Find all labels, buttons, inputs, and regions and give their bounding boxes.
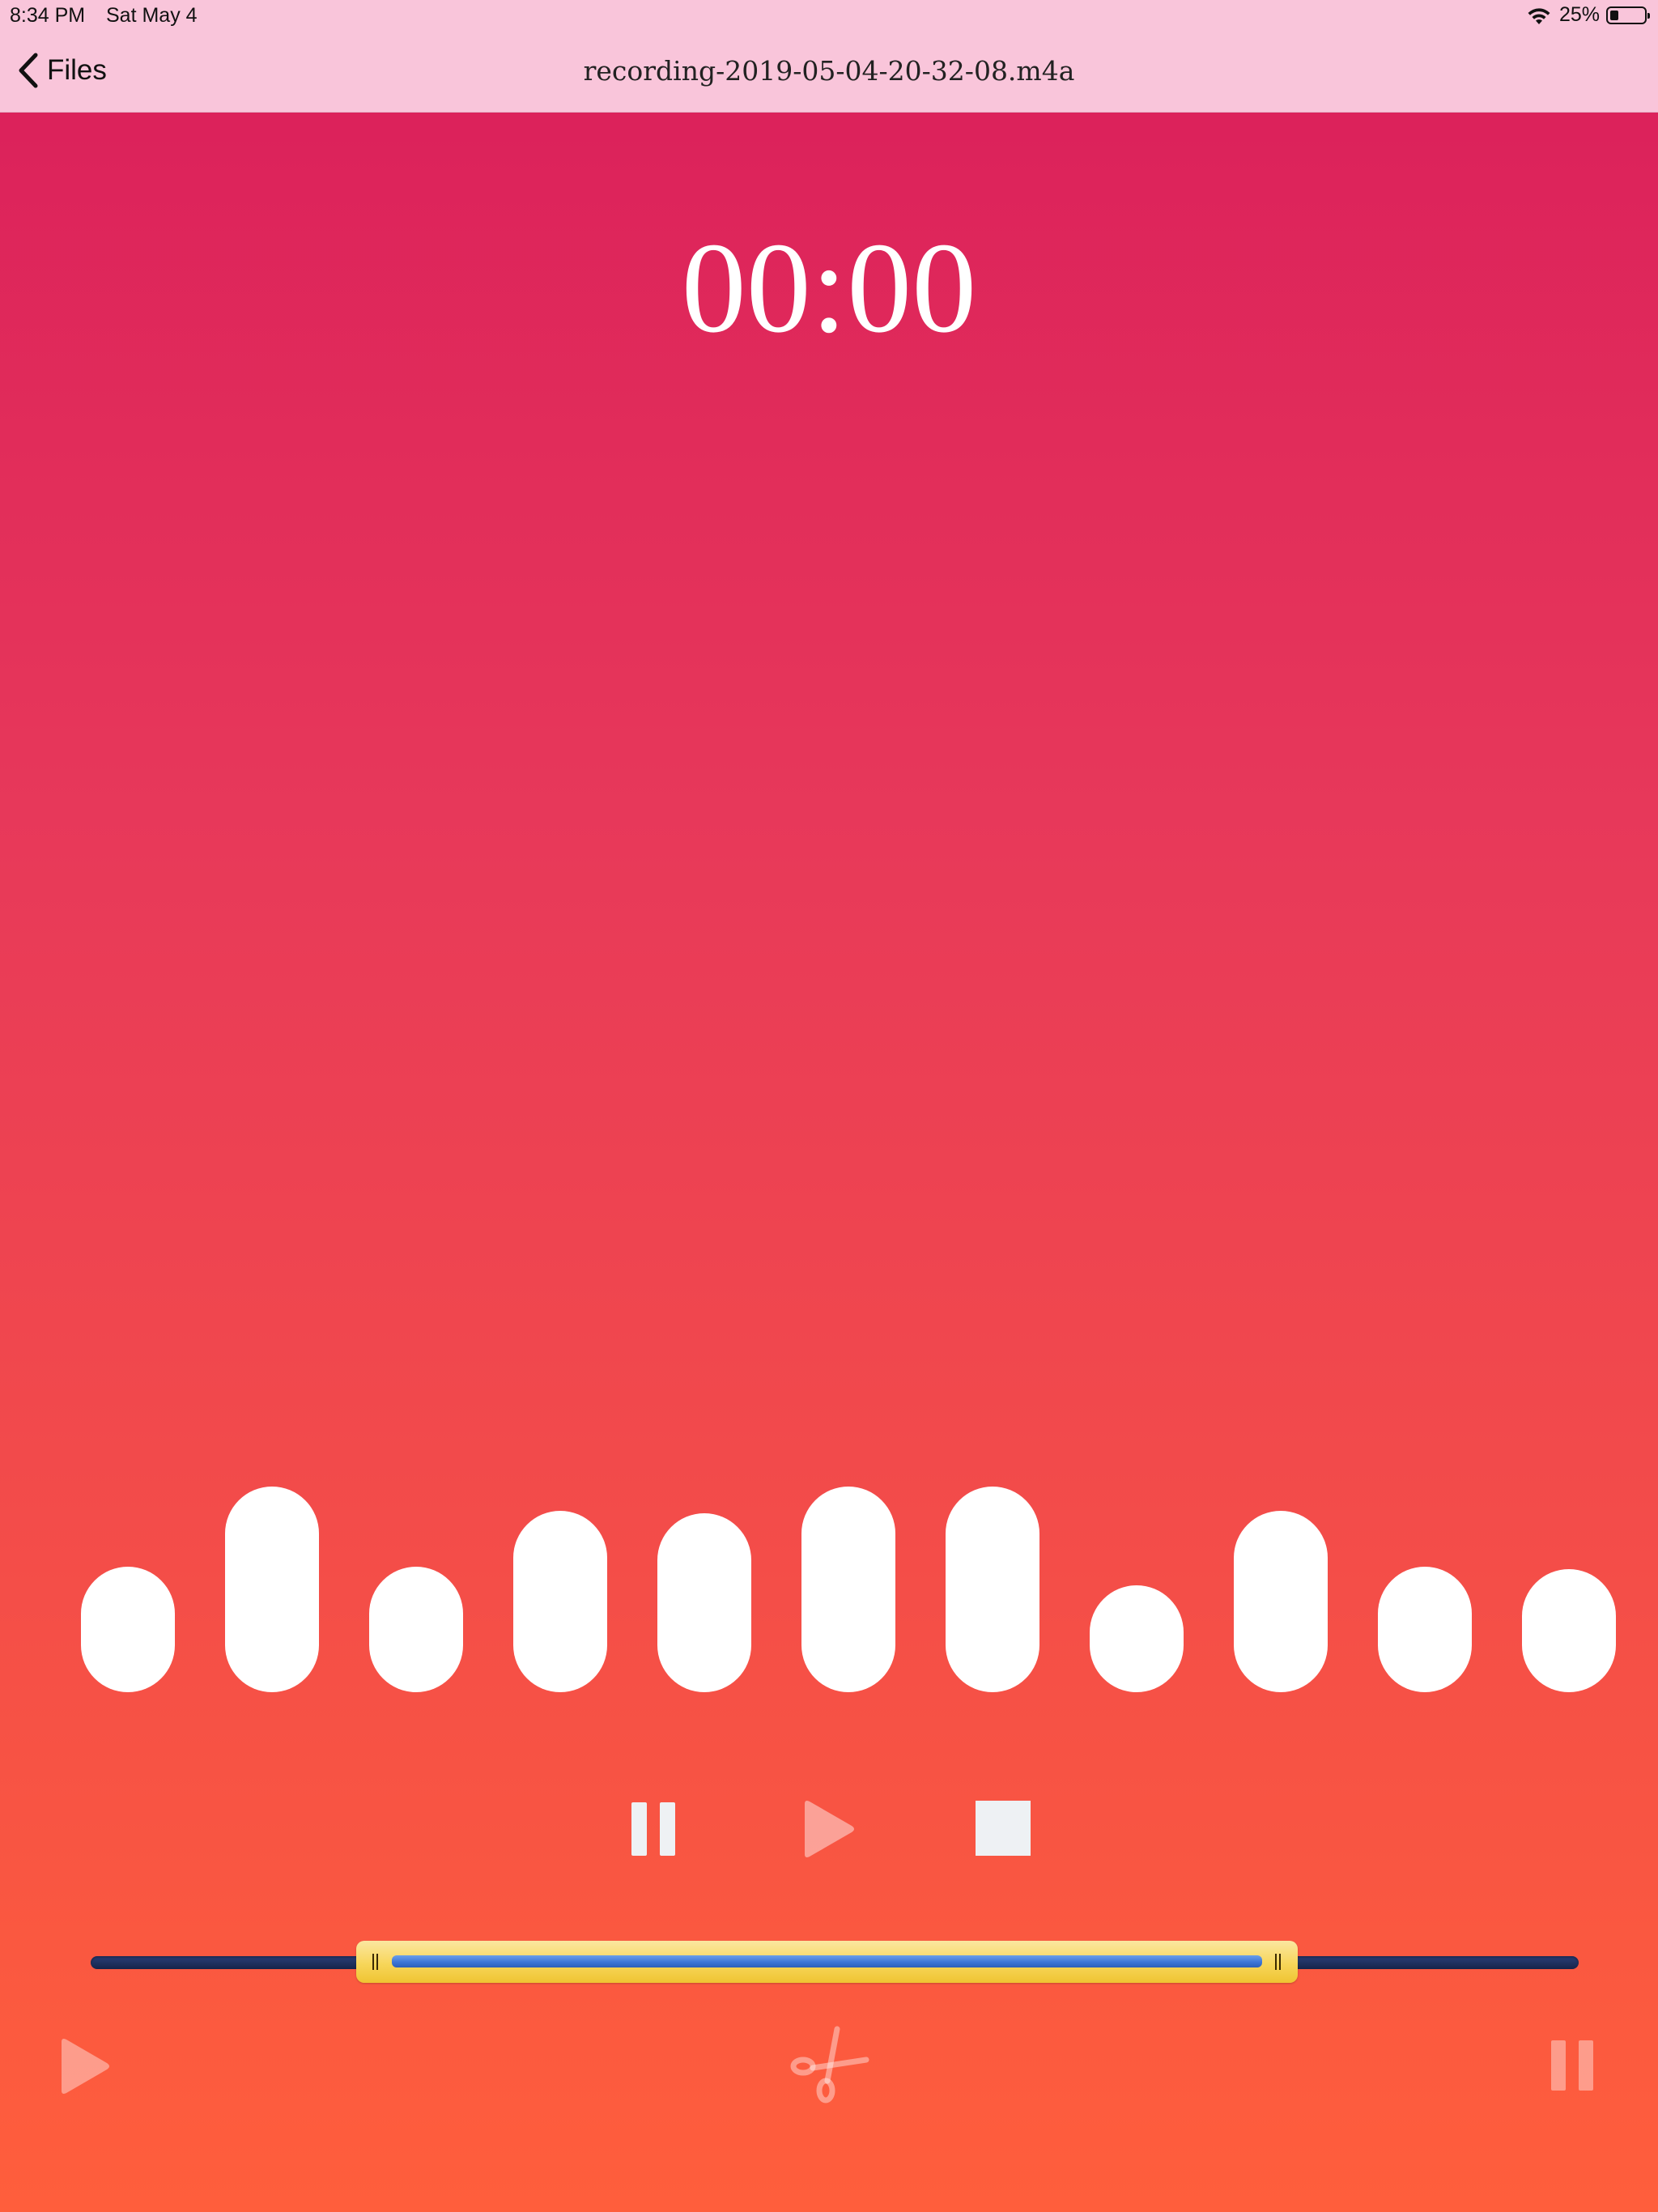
navigation-bar: Files recording-2019-05-04-20-32-08.m4a: [0, 32, 1658, 113]
status-bar: 8:34 PM Sat May 4 25%: [0, 0, 1658, 32]
battery-fill: [1610, 10, 1618, 20]
page-title: recording-2019-05-04-20-32-08.m4a: [583, 55, 1075, 87]
status-indicators: 25%: [1525, 3, 1650, 27]
status-date: Sat May 4: [106, 4, 198, 27]
play-button[interactable]: [801, 1799, 857, 1859]
toolbar-pause-button[interactable]: [1550, 2040, 1595, 2091]
waveform-bar: [225, 1487, 319, 1692]
pause-icon: [1551, 2040, 1566, 2091]
play-icon: [62, 2039, 109, 2094]
waveform-bar: [513, 1511, 607, 1692]
bottom-toolbar: [0, 2024, 1658, 2113]
waveform-bar: [1234, 1511, 1328, 1692]
trim-scissors-button[interactable]: [785, 2024, 873, 2108]
waveform-bar: [81, 1567, 175, 1692]
trim-end-handle[interactable]: [1273, 1954, 1283, 1970]
trim-selection-range[interactable]: [356, 1941, 1298, 1983]
battery-percentage: 25%: [1558, 3, 1600, 26]
status-time: 8:34 PM: [10, 4, 86, 27]
playback-timer: 00:00: [681, 215, 977, 359]
playback-controls: [0, 1797, 1658, 1862]
battery-icon: [1606, 6, 1650, 24]
stop-icon: [976, 1801, 1031, 1856]
waveform-visualizer: [0, 1474, 1658, 1692]
play-icon: [805, 1801, 854, 1857]
pause-button[interactable]: [630, 1802, 677, 1856]
waveform-bar: [1378, 1567, 1472, 1692]
toolbar-play-button[interactable]: [58, 2037, 112, 2095]
waveform-bar: [657, 1513, 751, 1692]
trim-start-handle[interactable]: [371, 1954, 380, 1970]
trim-selected-region: [392, 1955, 1262, 1967]
waveform-bar: [369, 1567, 463, 1692]
pause-icon-bar: [660, 1802, 675, 1856]
pause-icon-bar: [1579, 2040, 1593, 2091]
waveform-bar: [1522, 1569, 1616, 1692]
waveform-bar: [946, 1487, 1039, 1692]
waveform-bar: [801, 1487, 895, 1692]
scissors-icon: [790, 2026, 869, 2104]
wifi-icon: [1528, 7, 1550, 24]
stop-button[interactable]: [976, 1801, 1031, 1856]
waveform-bar: [1090, 1585, 1184, 1692]
pause-icon: [631, 1802, 647, 1856]
